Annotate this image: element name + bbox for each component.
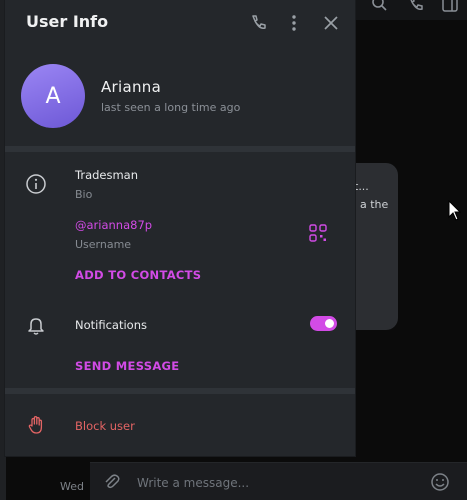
attach-icon[interactable] [102, 472, 122, 492]
message-text-line: t... [354, 180, 369, 193]
notifications-toggle[interactable] [310, 316, 337, 331]
bell-icon [25, 314, 47, 336]
day-label: Wed [60, 480, 84, 493]
message-text-line: a the [360, 198, 389, 211]
phone-icon[interactable] [248, 13, 268, 33]
info-icon [25, 173, 47, 195]
message-composer: Write a message... [90, 462, 467, 500]
message-input[interactable]: Write a message... [137, 476, 249, 490]
toggle-knob [324, 318, 335, 329]
avatar[interactable]: A [21, 64, 85, 128]
username-label: Username [75, 238, 132, 251]
search-icon[interactable] [370, 0, 390, 14]
last-seen-status: last seen a long time ago [101, 101, 241, 114]
qr-code-icon[interactable] [309, 224, 327, 242]
block-user-button[interactable]: Block user [75, 419, 135, 433]
bio-label: Bio [75, 188, 93, 201]
add-to-contacts-button[interactable]: ADD TO CONTACTS [75, 268, 201, 282]
username-value[interactable]: @arianna87p [75, 218, 152, 232]
more-vertical-icon[interactable] [284, 13, 304, 33]
send-message-button[interactable]: SEND MESSAGE [75, 359, 179, 373]
section-divider [5, 146, 355, 152]
user-name: Arianna [101, 78, 162, 96]
section-divider [5, 388, 355, 394]
mouse-cursor-icon [448, 199, 462, 222]
phone-icon[interactable] [405, 0, 425, 14]
close-icon[interactable] [321, 13, 341, 33]
profile-section: A Arianna last seen a long time ago [5, 46, 355, 146]
notifications-label: Notifications [75, 318, 147, 332]
hand-stop-icon [25, 414, 47, 436]
user-info-panel: User Info A Arianna last seen a long tim… [5, 0, 355, 456]
panel-title: User Info [26, 12, 109, 31]
bio-value[interactable]: Tradesman [75, 168, 138, 182]
emoji-icon[interactable] [430, 472, 450, 492]
panel-header: User Info [5, 0, 355, 46]
sidebar-toggle-icon[interactable] [440, 0, 460, 14]
